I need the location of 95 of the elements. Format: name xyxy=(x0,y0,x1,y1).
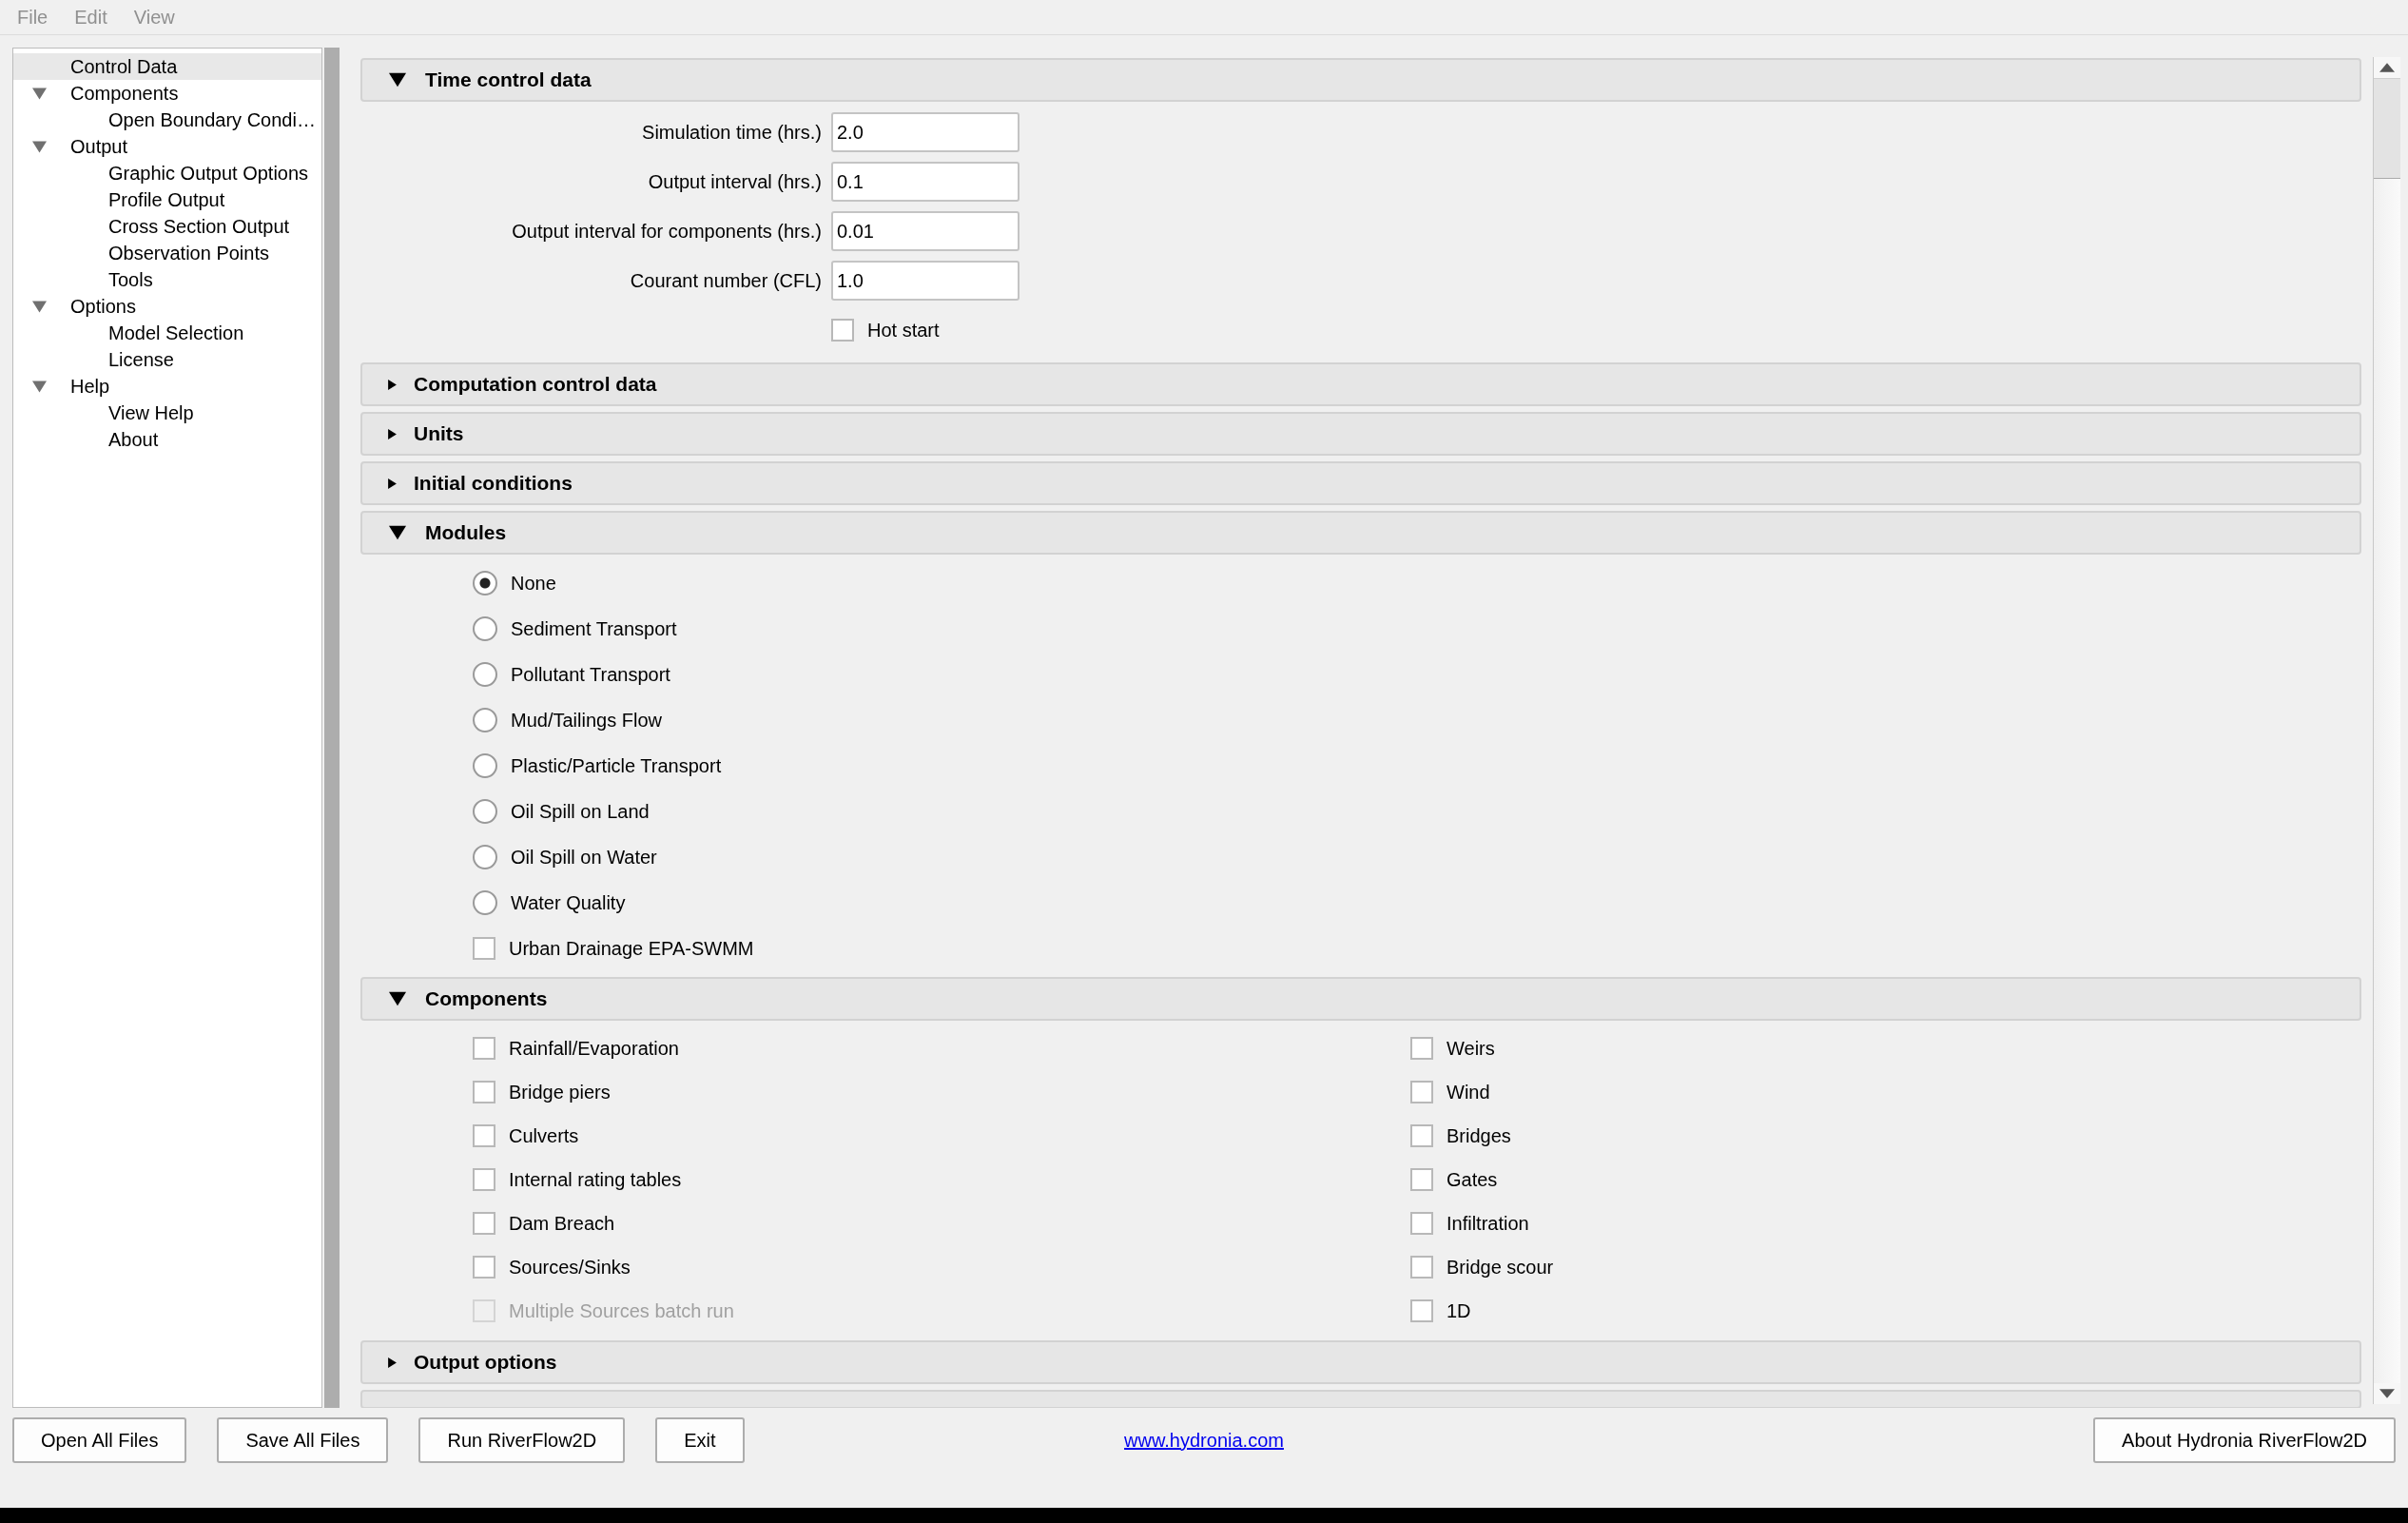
checkbox-label: Sources/Sinks xyxy=(509,1256,631,1279)
checkbox[interactable] xyxy=(1410,1299,1433,1322)
collapse-icon[interactable] xyxy=(389,524,406,541)
checkbox[interactable] xyxy=(1410,1212,1433,1235)
checkbox[interactable] xyxy=(473,1081,495,1103)
expand-icon[interactable] xyxy=(387,478,398,489)
tree-item[interactable]: View Help xyxy=(13,400,321,426)
website-link[interactable]: www.hydronia.com xyxy=(1124,1429,1284,1452)
checkbox[interactable] xyxy=(1410,1081,1433,1103)
checkbox-label: Bridge piers xyxy=(509,1081,611,1103)
checkbox[interactable] xyxy=(473,1168,495,1191)
radio-label: Oil Spill on Land xyxy=(511,800,650,823)
checkbox-label: Urban Drainage EPA-SWMM xyxy=(509,937,754,960)
radio-label: Water Quality xyxy=(511,891,626,914)
expand-icon[interactable] xyxy=(387,428,398,439)
tree-item[interactable]: Tools xyxy=(13,266,321,293)
input-field[interactable]: 2.0 xyxy=(831,112,1020,152)
radio-label: Pollutant Transport xyxy=(511,663,670,686)
radio-button[interactable] xyxy=(473,708,497,732)
checkbox[interactable] xyxy=(1410,1037,1433,1060)
radio-button[interactable] xyxy=(473,753,497,778)
checkbox[interactable] xyxy=(473,937,495,960)
scrollbar-thumb[interactable] xyxy=(2374,78,2400,179)
checkbox-label: Wind xyxy=(1447,1081,1490,1103)
tree-item[interactable]: Model Selection xyxy=(13,320,321,346)
checkbox-label: Internal rating tables xyxy=(509,1168,682,1191)
section-header[interactable]: Computation control data xyxy=(360,362,2361,406)
field-label: Output interval for components (hrs.) xyxy=(511,220,823,243)
tree-item[interactable]: Components xyxy=(13,80,321,107)
checkbox-label: Culverts xyxy=(509,1124,579,1147)
checkbox[interactable] xyxy=(473,1124,495,1147)
tree-item[interactable]: Cross Section Output xyxy=(13,213,321,240)
scroll-down-icon[interactable] xyxy=(2379,1389,2395,1398)
checkbox[interactable] xyxy=(831,319,854,342)
expand-icon[interactable] xyxy=(387,379,398,390)
button[interactable]: Open All Files xyxy=(12,1417,187,1463)
checkbox-label: Infiltration xyxy=(1447,1212,1529,1235)
checkbox-label: Hot start xyxy=(867,319,940,342)
collapse-icon[interactable] xyxy=(389,71,406,88)
radio-button[interactable] xyxy=(473,845,497,869)
button[interactable]: Exit xyxy=(655,1417,745,1463)
tree-item[interactable]: Options xyxy=(13,293,321,320)
radio-button[interactable] xyxy=(473,890,497,915)
tree-item[interactable]: License xyxy=(13,346,321,373)
checkbox-label: 1D xyxy=(1447,1299,1471,1322)
section-header[interactable]: Modules xyxy=(360,511,2361,555)
splitter-handle[interactable] xyxy=(324,48,340,1408)
checkbox[interactable] xyxy=(473,1037,495,1060)
checkbox[interactable] xyxy=(473,1256,495,1279)
tree-item[interactable]: Observation Points xyxy=(13,240,321,266)
radio-button[interactable] xyxy=(473,662,497,687)
checkbox-label: Dam Breach xyxy=(509,1212,615,1235)
expand-icon[interactable] xyxy=(387,1357,398,1368)
tree-item[interactable]: About xyxy=(13,426,321,453)
section-header[interactable]: Components xyxy=(360,977,2361,1021)
radio-button[interactable] xyxy=(473,616,497,641)
collapse-icon[interactable] xyxy=(389,990,406,1007)
field-label: Output interval (hrs.) xyxy=(647,170,823,193)
button[interactable]: Save All Files xyxy=(217,1417,389,1463)
field-label: Simulation time (hrs.) xyxy=(641,121,823,144)
field-label: Courant number (CFL) xyxy=(629,269,823,292)
scroll-up-icon[interactable] xyxy=(2379,63,2395,72)
tree-item[interactable]: Control Data xyxy=(13,53,321,80)
checkbox-label: Rainfall/Evaporation xyxy=(509,1037,679,1060)
tree-item[interactable]: Profile Output xyxy=(13,186,321,213)
radio-button[interactable] xyxy=(473,799,497,824)
checkbox[interactable] xyxy=(473,1212,495,1235)
checkbox-label: Bridge scour xyxy=(1447,1256,1554,1279)
input-field[interactable]: 1.0 xyxy=(831,261,1020,301)
radio-label: Oil Spill on Water xyxy=(511,846,657,869)
tree-item[interactable]: Output xyxy=(13,133,321,160)
radio-button[interactable] xyxy=(473,571,497,596)
tree-item[interactable]: Graphic Output Options xyxy=(13,160,321,186)
tree-item[interactable]: Open Boundary Condi… xyxy=(13,107,321,133)
input-field[interactable]: 0.1 xyxy=(831,162,1020,202)
section-header[interactable]: Output options xyxy=(360,1340,2361,1384)
radio-label: Mud/Tailings Flow xyxy=(511,709,662,732)
section-header[interactable]: Time control data xyxy=(360,58,2361,102)
checkbox[interactable] xyxy=(1410,1256,1433,1279)
scrollbar[interactable] xyxy=(2373,57,2400,1404)
section-header[interactable]: Units xyxy=(360,412,2361,456)
button[interactable]: Run RiverFlow2D xyxy=(418,1417,626,1463)
checkbox-label: Gates xyxy=(1447,1168,1498,1191)
checkbox[interactable] xyxy=(1410,1124,1433,1147)
radio-label: Plastic/Particle Transport xyxy=(511,754,722,777)
checkbox[interactable] xyxy=(1410,1168,1433,1191)
input-field[interactable]: 0.01 xyxy=(831,211,1020,251)
about-button[interactable]: About Hydronia RiverFlow2D xyxy=(2093,1417,2396,1463)
section-header[interactable]: Initial conditions xyxy=(360,461,2361,505)
checkbox-label: Bridges xyxy=(1447,1124,1511,1147)
radio-label: None xyxy=(511,572,556,595)
checkbox-label: Multiple Sources batch run xyxy=(509,1299,734,1322)
radio-label: Sediment Transport xyxy=(511,617,677,640)
tree-item[interactable]: Help xyxy=(13,373,321,400)
checkbox-label: Weirs xyxy=(1447,1037,1495,1060)
